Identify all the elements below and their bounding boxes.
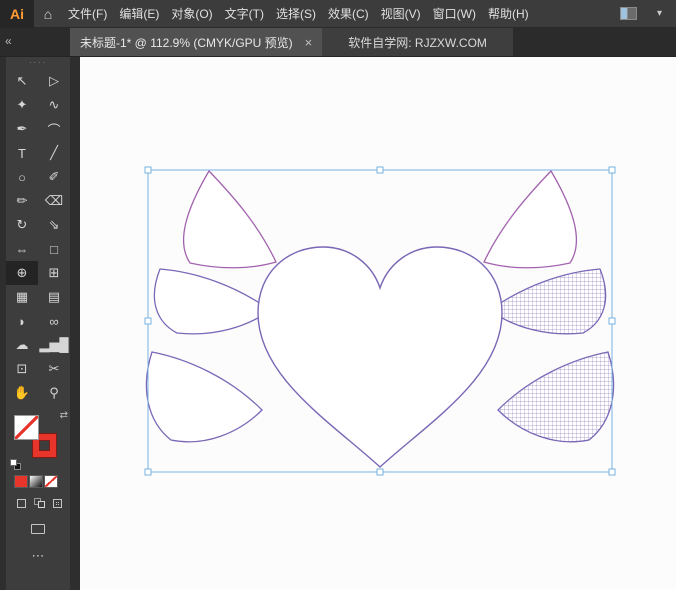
pen-tool[interactable]: ✒ — [6, 117, 38, 141]
tools-dock: ∙∙∙∙ ↖▷✦∿✒⌒T╱○✐✏⌫↻⇘⇔□⊕⊞▦▤◗∞☁▂▅█⊡✂✋⚲ ⇄ — [0, 57, 80, 590]
selection-handle-bottom-right[interactable] — [609, 469, 615, 475]
scale-tool[interactable]: ⇘ — [38, 213, 70, 237]
site-tab-title: 软件自学网: RJZXW.COM — [348, 34, 487, 51]
selection-handle-bottom-left[interactable] — [145, 469, 151, 475]
lasso-tool[interactable]: ∿ — [38, 93, 70, 117]
paintbrush-tool[interactable]: ✐ — [38, 165, 70, 189]
blend-tool[interactable]: ∞ — [38, 309, 70, 333]
selection-handle-top-left[interactable] — [145, 167, 151, 173]
home-icon[interactable]: ⌂ — [34, 6, 62, 22]
ellipse-tool[interactable]: ○ — [6, 165, 38, 189]
screen-mode-button[interactable] — [31, 524, 45, 534]
perspective-grid-tool[interactable]: ⊞ — [38, 261, 70, 285]
wing-middle-left[interactable] — [154, 269, 270, 334]
menu-item-view[interactable]: 视图(V) — [375, 0, 427, 27]
selection-handle-top-center[interactable] — [377, 167, 383, 173]
color-button[interactable] — [14, 475, 28, 488]
menu-item-object[interactable]: 对象(O) — [165, 0, 218, 27]
menu-item-type[interactable]: 文字(T) — [219, 0, 270, 27]
apply-color-row — [14, 475, 58, 488]
width-tool[interactable]: ⇔ — [6, 237, 38, 261]
eyedropper-tool[interactable]: ◗ — [6, 309, 38, 333]
mesh-tool[interactable]: ▦ — [6, 285, 38, 309]
screen-mode-icon — [31, 524, 45, 534]
wing-top-left[interactable] — [184, 171, 276, 268]
free-transform-tool[interactable]: □ — [38, 237, 70, 261]
menu-item-select[interactable]: 选择(S) — [270, 0, 322, 27]
menu-item-edit[interactable]: 编辑(E) — [113, 0, 165, 27]
shape-builder-tool[interactable]: ⊕ — [6, 261, 38, 285]
zoom-tool[interactable]: ⚲ — [38, 381, 70, 405]
more-tools-icon[interactable]: ⋯ — [32, 548, 45, 564]
tool-grid: ↖▷✦∿✒⌒T╱○✐✏⌫↻⇘⇔□⊕⊞▦▤◗∞☁▂▅█⊡✂✋⚲ — [6, 69, 70, 405]
draw-inside-button[interactable] — [50, 497, 66, 510]
collapse-panel-icon[interactable]: « — [5, 34, 12, 48]
illustrator-window: Ai ⌂ 文件(F)编辑(E)对象(O)文字(T)选择(S)效果(C)视图(V)… — [0, 0, 676, 590]
gradient-tool[interactable]: ▤ — [38, 285, 70, 309]
hand-tool[interactable]: ✋ — [6, 381, 38, 405]
rotate-tool[interactable]: ↻ — [6, 213, 38, 237]
direct-selection-tool[interactable]: ▷ — [38, 69, 70, 93]
menu-item-file[interactable]: 文件(F) — [62, 0, 113, 27]
column-graph-tool[interactable]: ▂▅█ — [38, 333, 70, 357]
swap-fill-stroke-icon[interactable]: ⇄ — [60, 410, 68, 421]
selection-handle-bottom-center[interactable] — [377, 469, 383, 475]
fill-stroke-control: ⇄ — [14, 415, 64, 465]
type-tool[interactable]: T — [6, 141, 38, 165]
menu-item-window[interactable]: 窗口(W) — [427, 0, 482, 27]
none-button[interactable] — [44, 475, 58, 488]
menu-item-effect[interactable]: 效果(C) — [322, 0, 375, 27]
wing-bottom-right-pattern[interactable] — [498, 352, 614, 442]
panel-gripper[interactable]: ∙∙∙∙ — [29, 57, 47, 69]
magic-wand-tool[interactable]: ✦ — [6, 93, 38, 117]
menu-item-help[interactable]: 帮助(H) — [482, 0, 535, 27]
site-tab[interactable]: 软件自学网: RJZXW.COM — [322, 28, 513, 56]
wing-top-right[interactable] — [484, 171, 576, 268]
artboard-tool[interactable]: ⊡ — [6, 357, 38, 381]
document-tab-title: 未标题-1* @ 112.9% (CMYK/GPU 预览) — [80, 34, 293, 51]
selection-handle-top-right[interactable] — [609, 167, 615, 173]
curvature-tool[interactable]: ⌒ — [38, 117, 70, 141]
workspace-layout-icon — [620, 7, 637, 20]
symbol-sprayer-tool[interactable]: ☁ — [6, 333, 38, 357]
draw-behind-button[interactable] — [32, 497, 48, 510]
app-logo: Ai — [0, 0, 34, 28]
menubar: Ai ⌂ 文件(F)编辑(E)对象(O)文字(T)选择(S)效果(C)视图(V)… — [0, 0, 676, 28]
wing-bottom-left[interactable] — [146, 352, 262, 442]
drawing-modes-row — [14, 497, 66, 510]
main-area: ∙∙∙∙ ↖▷✦∿✒⌒T╱○✐✏⌫↻⇘⇔□⊕⊞▦▤◗∞☁▂▅█⊡✂✋⚲ ⇄ — [0, 57, 676, 590]
document-tab[interactable]: 未标题-1* @ 112.9% (CMYK/GPU 预览) × — [70, 28, 322, 56]
default-fill-stroke-icon[interactable] — [10, 459, 24, 472]
canvas[interactable] — [80, 57, 676, 590]
tabbar: « 未标题-1* @ 112.9% (CMYK/GPU 预览) × 软件自学网:… — [0, 28, 676, 57]
tools-panel: ∙∙∙∙ ↖▷✦∿✒⌒T╱○✐✏⌫↻⇘⇔□⊕⊞▦▤◗∞☁▂▅█⊡✂✋⚲ ⇄ — [6, 57, 70, 590]
fill-none-swatch[interactable] — [14, 415, 39, 440]
slice-tool[interactable]: ✂ — [38, 357, 70, 381]
line-segment-tool[interactable]: ╱ — [38, 141, 70, 165]
chevron-down-icon: ▾ — [657, 8, 662, 19]
draw-normal-button[interactable] — [14, 497, 30, 510]
heart-shape[interactable] — [258, 247, 502, 467]
menubar-items: 文件(F)编辑(E)对象(O)文字(T)选择(S)效果(C)视图(V)窗口(W)… — [62, 0, 535, 27]
workspace-switcher[interactable]: ▾ — [620, 7, 676, 20]
close-icon[interactable]: × — [305, 35, 313, 50]
pencil-tool[interactable]: ✏ — [6, 189, 38, 213]
gradient-button[interactable] — [29, 475, 43, 488]
selection-tool[interactable]: ↖ — [6, 69, 38, 93]
eraser-tool[interactable]: ⌫ — [38, 189, 70, 213]
selection-handle-mid-left[interactable] — [145, 318, 151, 324]
wing-middle-right-pattern[interactable] — [490, 269, 606, 334]
selection-handle-mid-right[interactable] — [609, 318, 615, 324]
